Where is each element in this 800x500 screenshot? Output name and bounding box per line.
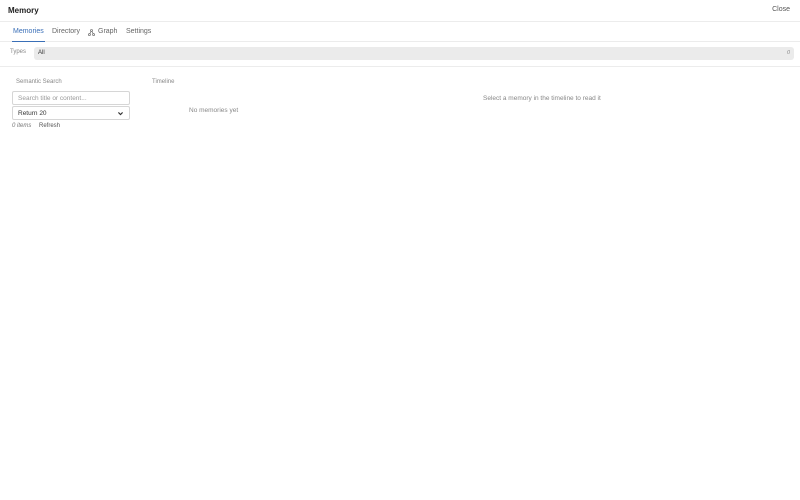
- tab-memories[interactable]: Memories: [12, 22, 45, 42]
- chevron-down-icon: [117, 110, 124, 117]
- close-button[interactable]: Close: [772, 6, 790, 13]
- types-label: Types: [10, 49, 27, 55]
- types-selected: All: [38, 50, 45, 56]
- types-filter[interactable]: All 0: [34, 47, 794, 60]
- tab-directory[interactable]: Directory: [52, 22, 80, 42]
- tab-label: Graph: [98, 28, 118, 35]
- graph-icon: [88, 28, 95, 36]
- return-count-value: Return 20: [18, 109, 47, 117]
- title-bar: Memory Close: [0, 0, 800, 22]
- tab-label: Directory: [52, 28, 81, 35]
- tab-graph[interactable]: Graph: [88, 22, 117, 42]
- tab-label: Memories: [13, 27, 44, 35]
- tab-settings[interactable]: Settings: [126, 22, 151, 42]
- search-input[interactable]: [12, 91, 130, 105]
- empty-timeline-message: No memories yet: [189, 107, 239, 114]
- items-count: 0 items: [12, 123, 32, 129]
- refresh-button[interactable]: Refresh: [39, 123, 60, 129]
- tab-label: Settings: [126, 28, 152, 35]
- tab-bar: Memories Directory Graph Settings: [0, 22, 800, 42]
- return-count-select[interactable]: Return 20: [12, 106, 130, 120]
- divider: [0, 66, 800, 67]
- semantic-search-label: Semantic Search: [16, 79, 62, 85]
- types-count: 0: [786, 50, 790, 56]
- detail-hint: Select a memory in the timeline to read …: [483, 95, 601, 102]
- timeline-label: Timeline: [152, 79, 175, 85]
- app-title: Memory: [8, 6, 39, 15]
